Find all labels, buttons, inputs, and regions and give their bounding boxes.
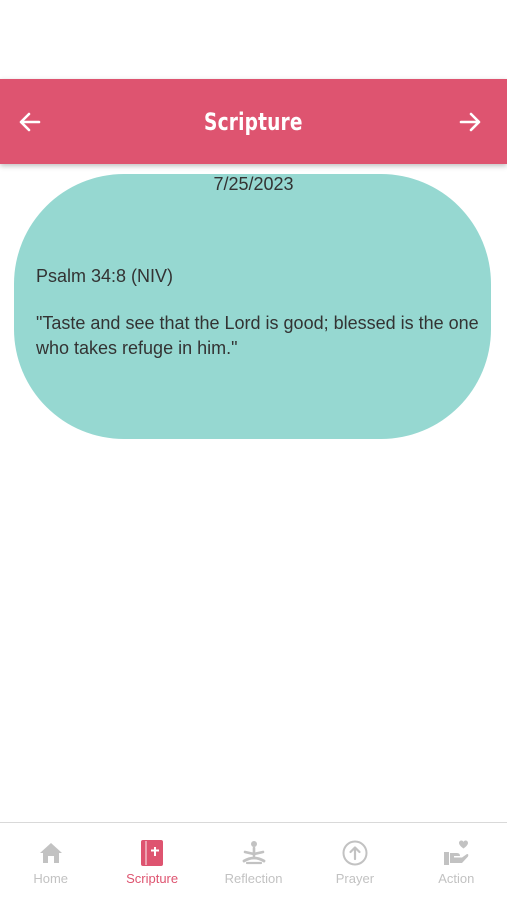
top-app-bar: Scripture bbox=[0, 79, 507, 164]
bible-book-icon bbox=[137, 838, 167, 868]
scripture-card bbox=[14, 174, 491, 439]
tab-prayer-label: Prayer bbox=[335, 871, 375, 886]
giving-hand-heart-icon bbox=[441, 838, 471, 868]
tab-prayer[interactable]: Prayer bbox=[304, 823, 405, 901]
tab-home-label: Home bbox=[33, 871, 69, 886]
tab-home[interactable]: Home bbox=[0, 823, 101, 901]
arrow-left-icon bbox=[19, 112, 41, 132]
tab-scripture-label: Scripture bbox=[126, 871, 179, 886]
scripture-reference: Psalm 34:8 (NIV) bbox=[36, 266, 174, 286]
tab-action[interactable]: Action bbox=[406, 823, 507, 901]
forward-button[interactable] bbox=[456, 108, 484, 136]
scripture-date: 7/25/2023 bbox=[213, 174, 294, 194]
tab-scripture[interactable]: Scripture bbox=[101, 823, 202, 901]
arrow-right-icon bbox=[459, 112, 481, 132]
meditation-icon bbox=[239, 838, 269, 868]
back-button[interactable] bbox=[16, 108, 44, 136]
tab-reflection-label: Reflection bbox=[224, 871, 283, 886]
upload-circle-icon bbox=[340, 838, 370, 868]
tab-action-label: Action bbox=[438, 871, 475, 886]
scripture-verse: "Taste and see that the Lord is good; bl… bbox=[36, 313, 479, 358]
tab-reflection[interactable]: Reflection bbox=[203, 823, 304, 901]
bottom-tab-bar: Home Scripture Reflection Prayer Action bbox=[0, 822, 507, 901]
home-icon bbox=[36, 838, 66, 868]
page-title: Scripture bbox=[204, 107, 303, 136]
